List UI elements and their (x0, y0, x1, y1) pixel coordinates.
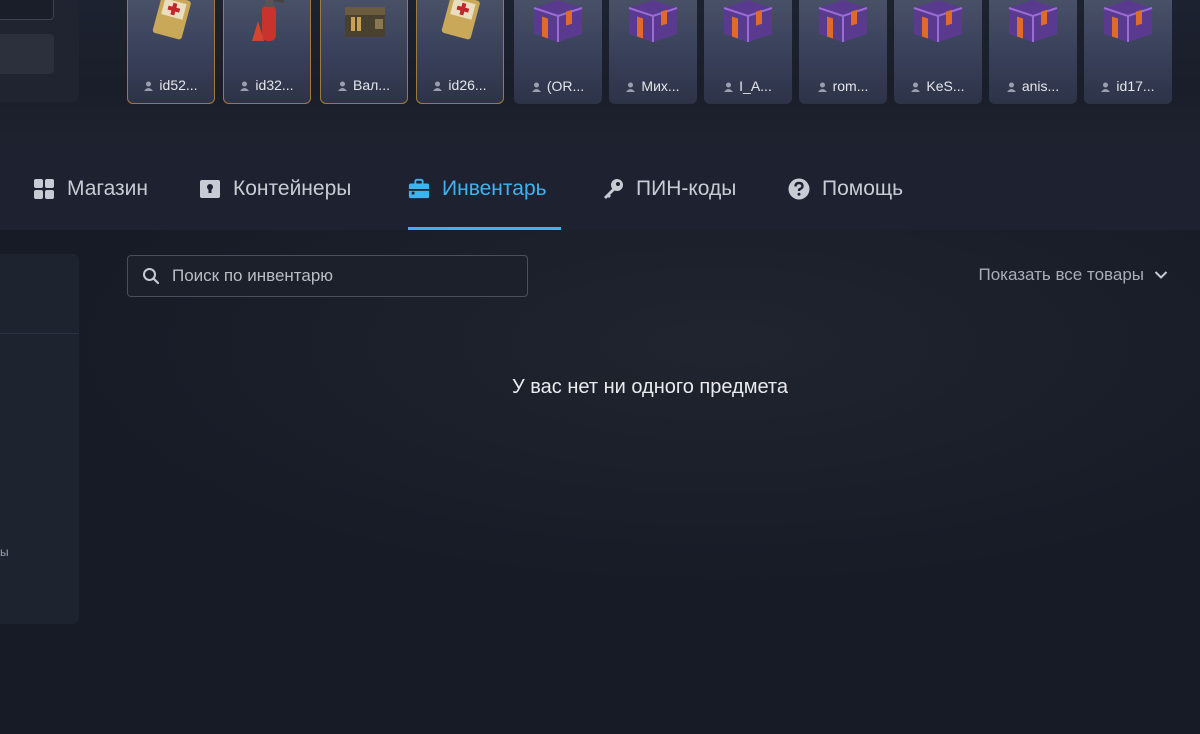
purple-crate-icon (723, 0, 773, 42)
drop-card-label: KeS... (894, 78, 982, 94)
key-icon (604, 179, 623, 199)
main-nav: Магазин Контейнеры Инвентарь ПИН-коды По… (0, 148, 1200, 230)
purple-crate-icon (628, 0, 678, 42)
drop-card-label: Вал... (321, 77, 407, 93)
drop-card-label: I_A... (704, 78, 792, 94)
lock-box-icon (200, 180, 220, 198)
filter-dropdown[interactable]: Показать все товары (978, 265, 1168, 285)
user-icon (240, 81, 250, 91)
drop-card-label: rom... (799, 78, 887, 94)
drop-card[interactable]: id52... (127, 0, 215, 104)
nav-tab-label: Инвентарь (442, 177, 547, 200)
drop-card[interactable]: Вал... (320, 0, 408, 104)
purple-crate-icon (913, 0, 963, 42)
first-aid-kit-icon (441, 0, 480, 40)
user-icon (144, 81, 154, 91)
drop-card-label: id32... (224, 77, 310, 93)
question-icon (788, 178, 810, 200)
user-icon (338, 81, 348, 91)
drop-card-label: id52... (128, 77, 214, 93)
nav-tab-pin-codes[interactable]: ПИН-коды (602, 148, 736, 230)
nav-tab-label: Помощь (822, 177, 904, 200)
empty-inventory-message: У вас нет ни одного предмета (512, 376, 788, 398)
user-icon (626, 82, 636, 92)
inventory-search[interactable] (127, 255, 528, 297)
nav-tab-containers[interactable]: Контейнеры (199, 148, 351, 230)
drop-card-label: (OR... (514, 78, 602, 94)
drop-card[interactable]: KeS... (894, 0, 982, 104)
user-icon (531, 82, 541, 92)
user-icon (1006, 82, 1016, 92)
active-tab-indicator (408, 227, 561, 230)
user-icon (433, 81, 443, 91)
drop-card[interactable]: id26... (416, 0, 504, 104)
nav-tab-inventory[interactable]: Инвентарь (408, 148, 547, 230)
nav-tab-shop[interactable]: Магазин (33, 148, 148, 230)
ammo-box-icon (345, 7, 385, 37)
nav-tab-label: Контейнеры (233, 177, 352, 200)
purple-crate-icon (1008, 0, 1058, 42)
drop-card[interactable]: I_A... (704, 0, 792, 104)
filter-dropdown-label: Показать все товары (978, 265, 1144, 284)
drop-card-label: id26... (417, 77, 503, 93)
drop-card-label: anis... (989, 78, 1077, 94)
purple-crate-icon (533, 0, 583, 42)
left-sidebar-panel (0, 254, 79, 624)
search-icon (143, 268, 160, 285)
nav-tab-label: ПИН-коды (636, 177, 737, 200)
user-icon (724, 82, 734, 92)
drop-card[interactable]: Мих... (609, 0, 697, 104)
user-icon (1101, 82, 1111, 92)
user-icon (817, 82, 827, 92)
left-divider (0, 333, 79, 334)
purple-crate-icon (1103, 0, 1153, 42)
drop-card[interactable]: (OR... (514, 0, 602, 104)
drop-card[interactable]: anis... (989, 0, 1077, 104)
purple-crate-icon (818, 0, 868, 42)
left-input-field[interactable] (0, 0, 54, 20)
nav-tab-help[interactable]: Помощь (788, 148, 903, 230)
drop-card[interactable]: rom... (799, 0, 887, 104)
drop-card-label: Мих... (609, 78, 697, 94)
drop-card[interactable]: id17... (1084, 0, 1172, 104)
first-aid-kit-icon (152, 0, 191, 40)
drop-card[interactable]: id32... (223, 0, 311, 104)
nav-tab-label: Магазин (67, 177, 149, 200)
chevron-down-icon (1154, 271, 1168, 279)
briefcase-icon (408, 178, 430, 199)
fire-extinguisher-icon (252, 0, 284, 41)
left-button[interactable] (0, 34, 54, 74)
user-icon (911, 82, 921, 92)
search-input[interactable] (172, 266, 492, 286)
left-sidebar-text-fragment: ы (0, 545, 9, 559)
drop-card-label: id17... (1084, 78, 1172, 94)
grid-icon (34, 179, 54, 199)
